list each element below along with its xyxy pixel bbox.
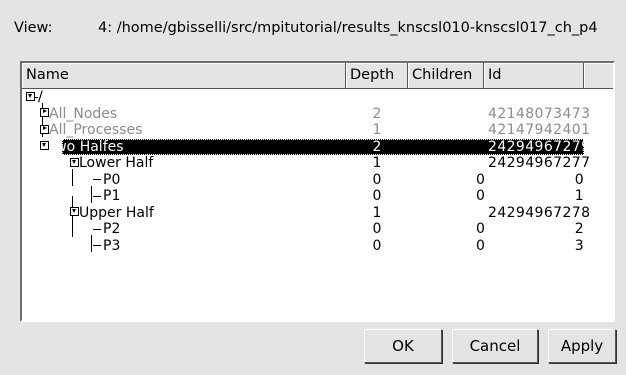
column-header: Name Depth Children Id (22, 63, 613, 89)
row-id: 4294967277 (497, 155, 591, 171)
row-name: P1 (103, 188, 121, 204)
row-depth: 0 (372, 221, 382, 237)
row-name: P2 (103, 221, 121, 237)
row-id: 2 (574, 221, 584, 237)
column-filler (584, 63, 613, 88)
row-children: 0 (476, 188, 486, 204)
row-depth: 0 (372, 188, 382, 204)
expand-icon[interactable] (40, 124, 49, 134)
row-depth: 2 (372, 138, 382, 155)
tree-dialog: View: 4: /home/gbisselli/src/mpitutorial… (0, 0, 626, 375)
row-children: 4 (488, 122, 498, 138)
view-label: View: (14, 20, 53, 36)
row-name: All_Nodes (49, 105, 118, 122)
row-depth: 2 (372, 105, 382, 122)
row-id: 0 (574, 171, 584, 188)
column-children[interactable]: Children (408, 63, 484, 88)
row-depth: 1 (372, 155, 382, 171)
collapse-icon[interactable] (40, 141, 49, 150)
tree-branch (93, 228, 101, 230)
button-bar: OK Cancel Apply (364, 329, 616, 363)
tree-row-p3[interactable]: P3 0 0 3 (22, 238, 613, 255)
column-depth[interactable]: Depth (346, 63, 408, 88)
row-id: 3 (574, 237, 584, 254)
row-name: P0 (103, 171, 121, 188)
tree-branch (93, 245, 101, 246)
tree-view[interactable]: Name Depth Children Id / All_Nodes 2 421… (20, 61, 615, 322)
row-depth: 1 (372, 122, 382, 138)
tree-row-p2[interactable]: P2 0 0 2 (22, 221, 613, 238)
row-children: 2 (488, 138, 498, 155)
row-depth: 0 (372, 171, 382, 188)
tree-rows: / All_Nodes 2 42148073473 All_Processes … (22, 89, 613, 254)
tree-row-all-nodes[interactable]: All_Nodes 2 42148073473 (22, 106, 613, 123)
view-path: 4: /home/gbisselli/src/mpitutorial/resul… (98, 20, 598, 36)
ok-button[interactable]: OK (364, 329, 442, 363)
tree-row-two-halfes[interactable]: Two Halfes 2 24294967279 (22, 138, 613, 155)
column-id[interactable]: Id (484, 63, 584, 88)
row-id: 4294967278 (497, 204, 591, 221)
row-name: / (38, 89, 43, 105)
row-name: All_Processes (49, 122, 143, 138)
cancel-button[interactable]: Cancel (452, 329, 538, 363)
row-children: 2 (488, 155, 498, 171)
row-id: 2148073473 (497, 105, 591, 122)
row-children: 0 (476, 171, 486, 188)
collapse-icon[interactable] (26, 91, 35, 101)
tree-row-lower-half[interactable]: Lower Half 1 24294967277 (22, 155, 613, 172)
row-id: 2147942401 (497, 122, 591, 138)
collapse-icon[interactable] (70, 157, 79, 167)
row-name: Two Halfes (49, 138, 124, 155)
tree-row-upper-half[interactable]: Upper Half 1 24294967278 (22, 205, 613, 222)
tree-row-all-processes[interactable]: All_Processes 1 42147942401 (22, 122, 613, 139)
apply-button[interactable]: Apply (548, 329, 616, 363)
row-name: Lower Half (79, 155, 154, 171)
row-children: 0 (476, 237, 486, 254)
tree-row-p0[interactable]: P0 0 0 0 (22, 172, 613, 189)
view-row: View: 4: /home/gbisselli/src/mpitutorial… (14, 10, 618, 46)
tree-row-root[interactable]: / (22, 89, 613, 106)
tree-branch (93, 179, 101, 180)
tree-row-p1[interactable]: P1 0 0 1 (22, 188, 613, 205)
row-children: 0 (476, 221, 486, 237)
collapse-icon[interactable] (70, 207, 79, 216)
row-depth: 1 (372, 204, 382, 221)
row-name: Upper Half (79, 204, 154, 221)
tree-branch (93, 195, 101, 197)
row-id: 4294967279 (497, 138, 591, 155)
row-children: 2 (488, 204, 498, 221)
row-depth: 0 (372, 237, 382, 254)
row-children: 4 (488, 105, 498, 122)
row-id: 1 (574, 188, 584, 204)
row-name: P3 (103, 237, 121, 254)
column-name[interactable]: Name (22, 63, 346, 88)
expand-icon[interactable] (40, 108, 49, 117)
